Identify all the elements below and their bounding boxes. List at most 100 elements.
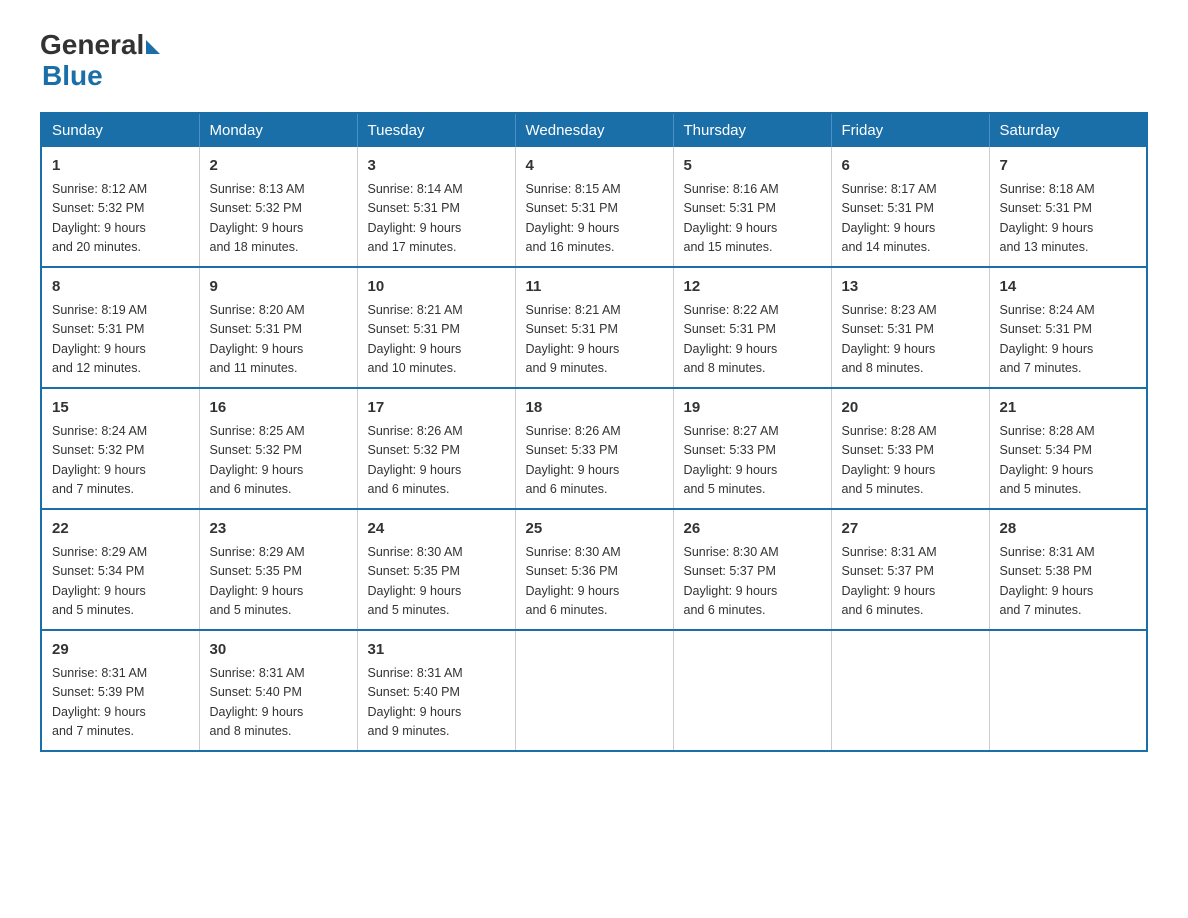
- day-info: Sunrise: 8:20 AMSunset: 5:31 PMDaylight:…: [210, 301, 347, 379]
- day-number: 20: [842, 397, 979, 420]
- calendar-table: SundayMondayTuesdayWednesdayThursdayFrid…: [40, 112, 1148, 752]
- calendar-day-cell: 15Sunrise: 8:24 AMSunset: 5:32 PMDayligh…: [41, 388, 199, 509]
- day-info: Sunrise: 8:19 AMSunset: 5:31 PMDaylight:…: [52, 301, 189, 379]
- day-info: Sunrise: 8:13 AMSunset: 5:32 PMDaylight:…: [210, 180, 347, 258]
- calendar-week-row: 15Sunrise: 8:24 AMSunset: 5:32 PMDayligh…: [41, 388, 1147, 509]
- day-number: 4: [526, 155, 663, 178]
- day-number: 30: [210, 639, 347, 662]
- calendar-day-cell: 12Sunrise: 8:22 AMSunset: 5:31 PMDayligh…: [673, 267, 831, 388]
- calendar-day-cell: 25Sunrise: 8:30 AMSunset: 5:36 PMDayligh…: [515, 509, 673, 630]
- day-info: Sunrise: 8:24 AMSunset: 5:32 PMDaylight:…: [52, 422, 189, 500]
- day-info: Sunrise: 8:14 AMSunset: 5:31 PMDaylight:…: [368, 180, 505, 258]
- day-info: Sunrise: 8:24 AMSunset: 5:31 PMDaylight:…: [1000, 301, 1137, 379]
- day-number: 16: [210, 397, 347, 420]
- calendar-day-cell: 31Sunrise: 8:31 AMSunset: 5:40 PMDayligh…: [357, 630, 515, 751]
- calendar-day-cell: 26Sunrise: 8:30 AMSunset: 5:37 PMDayligh…: [673, 509, 831, 630]
- calendar-day-cell: 8Sunrise: 8:19 AMSunset: 5:31 PMDaylight…: [41, 267, 199, 388]
- day-number: 18: [526, 397, 663, 420]
- calendar-day-cell: 3Sunrise: 8:14 AMSunset: 5:31 PMDaylight…: [357, 147, 515, 267]
- weekday-header-monday: Monday: [199, 113, 357, 147]
- day-info: Sunrise: 8:31 AMSunset: 5:40 PMDaylight:…: [210, 664, 347, 742]
- logo-general: General: [40, 30, 160, 61]
- day-number: 7: [1000, 155, 1137, 178]
- calendar-day-cell: 1Sunrise: 8:12 AMSunset: 5:32 PMDaylight…: [41, 147, 199, 267]
- day-number: 6: [842, 155, 979, 178]
- day-number: 31: [368, 639, 505, 662]
- calendar-day-cell: 4Sunrise: 8:15 AMSunset: 5:31 PMDaylight…: [515, 147, 673, 267]
- day-info: Sunrise: 8:21 AMSunset: 5:31 PMDaylight:…: [526, 301, 663, 379]
- weekday-header-sunday: Sunday: [41, 113, 199, 147]
- calendar-day-cell: 29Sunrise: 8:31 AMSunset: 5:39 PMDayligh…: [41, 630, 199, 751]
- day-info: Sunrise: 8:30 AMSunset: 5:37 PMDaylight:…: [684, 543, 821, 621]
- day-number: 26: [684, 518, 821, 541]
- day-number: 14: [1000, 276, 1137, 299]
- calendar-day-cell: 2Sunrise: 8:13 AMSunset: 5:32 PMDaylight…: [199, 147, 357, 267]
- calendar-day-cell: [831, 630, 989, 751]
- calendar-day-cell: 24Sunrise: 8:30 AMSunset: 5:35 PMDayligh…: [357, 509, 515, 630]
- day-number: 17: [368, 397, 505, 420]
- weekday-header-row: SundayMondayTuesdayWednesdayThursdayFrid…: [41, 113, 1147, 147]
- day-info: Sunrise: 8:29 AMSunset: 5:34 PMDaylight:…: [52, 543, 189, 621]
- day-info: Sunrise: 8:29 AMSunset: 5:35 PMDaylight:…: [210, 543, 347, 621]
- calendar-day-cell: 30Sunrise: 8:31 AMSunset: 5:40 PMDayligh…: [199, 630, 357, 751]
- day-info: Sunrise: 8:31 AMSunset: 5:37 PMDaylight:…: [842, 543, 979, 621]
- calendar-day-cell: 23Sunrise: 8:29 AMSunset: 5:35 PMDayligh…: [199, 509, 357, 630]
- day-number: 27: [842, 518, 979, 541]
- page-header: General Blue: [40, 30, 1148, 92]
- day-info: Sunrise: 8:12 AMSunset: 5:32 PMDaylight:…: [52, 180, 189, 258]
- day-number: 5: [684, 155, 821, 178]
- logo: General Blue: [40, 30, 160, 92]
- day-number: 29: [52, 639, 189, 662]
- day-number: 23: [210, 518, 347, 541]
- day-number: 24: [368, 518, 505, 541]
- day-number: 10: [368, 276, 505, 299]
- calendar-day-cell: 21Sunrise: 8:28 AMSunset: 5:34 PMDayligh…: [989, 388, 1147, 509]
- day-info: Sunrise: 8:18 AMSunset: 5:31 PMDaylight:…: [1000, 180, 1137, 258]
- calendar-day-cell: 18Sunrise: 8:26 AMSunset: 5:33 PMDayligh…: [515, 388, 673, 509]
- calendar-header: SundayMondayTuesdayWednesdayThursdayFrid…: [41, 113, 1147, 147]
- day-info: Sunrise: 8:30 AMSunset: 5:36 PMDaylight:…: [526, 543, 663, 621]
- day-info: Sunrise: 8:31 AMSunset: 5:39 PMDaylight:…: [52, 664, 189, 742]
- day-number: 1: [52, 155, 189, 178]
- calendar-day-cell: 6Sunrise: 8:17 AMSunset: 5:31 PMDaylight…: [831, 147, 989, 267]
- weekday-header-wednesday: Wednesday: [515, 113, 673, 147]
- calendar-day-cell: 19Sunrise: 8:27 AMSunset: 5:33 PMDayligh…: [673, 388, 831, 509]
- day-number: 12: [684, 276, 821, 299]
- calendar-week-row: 29Sunrise: 8:31 AMSunset: 5:39 PMDayligh…: [41, 630, 1147, 751]
- day-info: Sunrise: 8:28 AMSunset: 5:33 PMDaylight:…: [842, 422, 979, 500]
- calendar-day-cell: 11Sunrise: 8:21 AMSunset: 5:31 PMDayligh…: [515, 267, 673, 388]
- day-info: Sunrise: 8:25 AMSunset: 5:32 PMDaylight:…: [210, 422, 347, 500]
- calendar-week-row: 22Sunrise: 8:29 AMSunset: 5:34 PMDayligh…: [41, 509, 1147, 630]
- calendar-day-cell: 7Sunrise: 8:18 AMSunset: 5:31 PMDaylight…: [989, 147, 1147, 267]
- day-info: Sunrise: 8:28 AMSunset: 5:34 PMDaylight:…: [1000, 422, 1137, 500]
- logo-arrow-icon: [146, 40, 160, 54]
- weekday-header-saturday: Saturday: [989, 113, 1147, 147]
- day-number: 2: [210, 155, 347, 178]
- day-number: 25: [526, 518, 663, 541]
- day-info: Sunrise: 8:17 AMSunset: 5:31 PMDaylight:…: [842, 180, 979, 258]
- calendar-week-row: 8Sunrise: 8:19 AMSunset: 5:31 PMDaylight…: [41, 267, 1147, 388]
- day-number: 19: [684, 397, 821, 420]
- day-info: Sunrise: 8:15 AMSunset: 5:31 PMDaylight:…: [526, 180, 663, 258]
- day-info: Sunrise: 8:31 AMSunset: 5:40 PMDaylight:…: [368, 664, 505, 742]
- calendar-day-cell: 9Sunrise: 8:20 AMSunset: 5:31 PMDaylight…: [199, 267, 357, 388]
- day-number: 9: [210, 276, 347, 299]
- calendar-day-cell: [515, 630, 673, 751]
- logo-blue: Blue: [42, 61, 103, 92]
- calendar-day-cell: [989, 630, 1147, 751]
- day-info: Sunrise: 8:23 AMSunset: 5:31 PMDaylight:…: [842, 301, 979, 379]
- calendar-day-cell: 14Sunrise: 8:24 AMSunset: 5:31 PMDayligh…: [989, 267, 1147, 388]
- calendar-day-cell: 28Sunrise: 8:31 AMSunset: 5:38 PMDayligh…: [989, 509, 1147, 630]
- day-info: Sunrise: 8:30 AMSunset: 5:35 PMDaylight:…: [368, 543, 505, 621]
- day-info: Sunrise: 8:22 AMSunset: 5:31 PMDaylight:…: [684, 301, 821, 379]
- day-number: 22: [52, 518, 189, 541]
- day-info: Sunrise: 8:26 AMSunset: 5:32 PMDaylight:…: [368, 422, 505, 500]
- day-number: 21: [1000, 397, 1137, 420]
- day-info: Sunrise: 8:26 AMSunset: 5:33 PMDaylight:…: [526, 422, 663, 500]
- weekday-header-tuesday: Tuesday: [357, 113, 515, 147]
- calendar-body: 1Sunrise: 8:12 AMSunset: 5:32 PMDaylight…: [41, 147, 1147, 751]
- day-info: Sunrise: 8:27 AMSunset: 5:33 PMDaylight:…: [684, 422, 821, 500]
- day-number: 28: [1000, 518, 1137, 541]
- calendar-week-row: 1Sunrise: 8:12 AMSunset: 5:32 PMDaylight…: [41, 147, 1147, 267]
- calendar-day-cell: [673, 630, 831, 751]
